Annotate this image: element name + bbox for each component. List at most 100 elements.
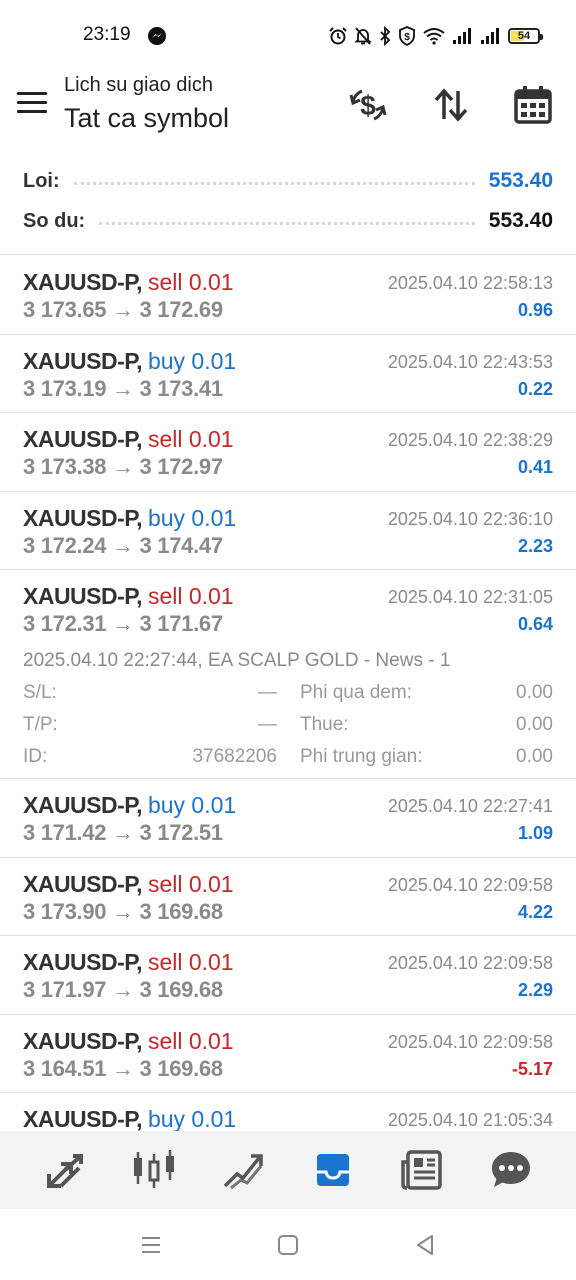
deal-row[interactable]: XAUUSD-P, sell 0.01 3 173.90 → 3 169.68 20… — [0, 858, 576, 936]
commission-label: Phi trung gian: — [300, 746, 423, 767]
trade-arrows-icon[interactable] — [35, 1140, 95, 1200]
status-time: 23:19 — [83, 24, 131, 45]
deal-time: 2025.04.10 22:58:13 — [387, 273, 553, 293]
deal-profit: 1.09 — [517, 823, 553, 843]
deal-prices: 3 171.97 → 3 169.68 — [23, 977, 223, 1002]
header-subtitle: Lich su giao dich — [64, 74, 213, 96]
swap-value: 0.00 — [516, 682, 553, 703]
tax-label: Thue: — [300, 714, 349, 735]
news-icon[interactable] — [392, 1140, 452, 1200]
swap-label: Phi qua dem: — [300, 682, 412, 703]
commission-value: 0.00 — [516, 746, 553, 767]
deal-time: 2025.04.10 22:31:05 — [387, 587, 553, 607]
battery-percent: 54 — [517, 30, 531, 42]
wifi-icon — [423, 28, 445, 45]
deal-side: sell 0.01 — [147, 1027, 234, 1054]
deal-time: 2025.04.10 22:36:10 — [387, 508, 553, 529]
signal-icon — [453, 28, 471, 44]
deal-symbol-line: XAUUSD-P, sell 0.01 — [23, 949, 234, 976]
deal-profit: 4.22 — [517, 901, 553, 922]
chat-icon[interactable] — [481, 1140, 541, 1200]
deal-time: 2025.04.10 22:09:58 — [387, 874, 553, 895]
messenger-icon — [148, 27, 166, 45]
profit-value: 553.40 — [488, 169, 553, 192]
vpn-icon: $ — [399, 26, 415, 46]
balance-label: So du: — [23, 209, 86, 232]
history-inbox-icon[interactable] — [303, 1140, 363, 1200]
profit-label: Loi: — [23, 169, 60, 192]
svg-text:$: $ — [404, 32, 410, 43]
deal-prices: 3 172.31 → 3 171.67 — [23, 611, 223, 636]
symbol-filter[interactable]: Tat ca symbol — [64, 103, 229, 134]
deal-open-info: 2025.04.10 22:27:44, EA SCALP GOLD - New… — [23, 650, 451, 671]
alarm-icon — [329, 27, 347, 45]
mute-icon — [354, 27, 372, 45]
deal-prices: 3 173.90 → 3 169.68 — [23, 898, 223, 924]
deal-row[interactable]: XAUUSD-P, sell 0.01 3 171.97 → 3 169.68 20… — [0, 936, 576, 1015]
balance-value: 553.40 — [488, 209, 553, 232]
deal-side: sell 0.01 — [147, 426, 234, 452]
deal-symbol: XAUUSD-P, — [23, 426, 143, 452]
deal-prices: 3 171.42 → 3 172.51 — [23, 820, 223, 845]
deal-row[interactable]: XAUUSD-P, buy 0.01 2025.04.10 21:05:34 — [0, 1093, 576, 1131]
battery-icon: 54 — [508, 28, 543, 44]
system-nav-bar — [0, 1209, 576, 1280]
app-header: Lich su giao dich Tat ca symbol $ — [0, 72, 576, 152]
deal-row[interactable]: XAUUSD-P, buy 0.01 3 173.19 → 3 173.41 202… — [0, 335, 576, 413]
deal-symbol: XAUUSD-P, — [23, 1106, 143, 1131]
deal-time: 2025.04.10 22:09:58 — [387, 1031, 553, 1052]
deal-row[interactable]: XAUUSD-P, sell 0.01 3 173.38 → 3 172.97 20… — [0, 413, 576, 492]
deals-list[interactable]: XAUUSD-P, sell 0.01 3 173.65 → 3 172.69 20… — [0, 256, 576, 1131]
deal-row[interactable]: XAUUSD-P, sell 0.01 3 164.51 → 3 169.68 20… — [0, 1015, 576, 1093]
deal-prices: 3 173.19 → 3 173.41 — [23, 375, 223, 401]
menu-icon[interactable] — [17, 92, 47, 114]
back-icon[interactable] — [411, 1231, 439, 1259]
tax-value: 0.00 — [516, 714, 553, 735]
deal-symbol: XAUUSD-P, — [23, 583, 143, 609]
deal-time: 2025.04.10 22:09:58 — [387, 953, 553, 973]
tp-value: — — [258, 714, 277, 735]
deal-symbol-line: XAUUSD-P, sell 0.01 — [23, 871, 234, 898]
deal-row[interactable]: XAUUSD-P, buy 0.01 3 172.24 → 3 174.47 202… — [0, 492, 576, 570]
id-label: ID: — [23, 746, 48, 767]
currency-exchange-icon[interactable]: $ — [345, 82, 391, 128]
id-value: 37682206 — [192, 746, 277, 767]
deal-detail-row: S/L: — Phi qua dem: 0.00 — [23, 682, 553, 706]
deal-symbol-line: XAUUSD-P, sell 0.01 — [23, 1028, 234, 1055]
deal-symbol-line: XAUUSD-P, buy 0.01 — [23, 792, 236, 819]
home-icon[interactable] — [274, 1231, 302, 1259]
deal-detail-row: T/P: — Thue: 0.00 — [23, 714, 553, 738]
deal-profit: 0.41 — [517, 457, 553, 477]
deal-time: 2025.04.10 22:43:53 — [387, 351, 553, 372]
deal-side: buy 0.01 — [147, 504, 237, 531]
deal-side: buy 0.01 — [147, 792, 237, 818]
deal-profit: 2.23 — [517, 535, 553, 556]
deal-profit: -5.17 — [511, 1058, 553, 1079]
deal-prices: 3 164.51 → 3 169.68 — [23, 1055, 223, 1081]
deal-side: sell 0.01 — [147, 870, 234, 897]
sort-icon[interactable] — [428, 82, 474, 128]
deal-prices: 3 173.65 → 3 172.69 — [23, 297, 223, 322]
balance-row: So du: 553.40 — [23, 206, 553, 236]
deal-profit: 0.96 — [517, 300, 553, 320]
deal-profit: 2.29 — [517, 980, 553, 1000]
deal-symbol-line: XAUUSD-P, buy 0.01 — [23, 1106, 236, 1131]
deal-symbol: XAUUSD-P, — [23, 949, 143, 975]
deal-row[interactable]: XAUUSD-P, buy 0.01 3 171.42 → 3 172.51 202… — [0, 779, 576, 858]
deal-symbol: XAUUSD-P, — [23, 792, 143, 818]
deal-row[interactable]: XAUUSD-P, sell 0.01 3 172.31 → 3 171.67 20… — [0, 570, 576, 779]
bottom-nav — [0, 1131, 576, 1209]
deal-symbol: XAUUSD-P, — [23, 347, 143, 374]
deal-profit: 0.64 — [517, 614, 553, 634]
deal-side: sell 0.01 — [147, 949, 234, 975]
account-summary: Loi: 553.40 So du: 553.40 — [0, 160, 576, 255]
deal-symbol: XAUUSD-P, — [23, 504, 143, 531]
candlestick-chart-icon[interactable] — [124, 1140, 184, 1200]
calendar-icon[interactable] — [510, 82, 556, 128]
deal-symbol: XAUUSD-P, — [23, 269, 143, 295]
status-bar: 23:19 $ 54 — [0, 0, 576, 72]
deal-row[interactable]: XAUUSD-P, sell 0.01 3 173.65 → 3 172.69 20… — [0, 256, 576, 335]
trend-chart-icon[interactable] — [213, 1140, 273, 1200]
recent-apps-icon[interactable] — [137, 1231, 165, 1259]
deal-time: 2025.04.10 22:38:29 — [387, 430, 553, 450]
